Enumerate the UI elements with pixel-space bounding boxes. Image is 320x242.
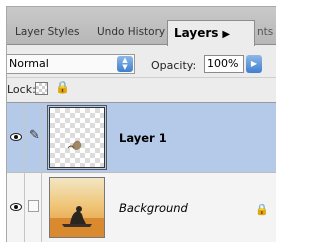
tab-bar: Layer Styles Undo History Layers ▶ nts <box>7 7 276 46</box>
blend-mode-select[interactable]: Normal ▲ ▼ <box>7 54 135 74</box>
opacity-label: Opacity: <box>151 59 197 72</box>
blend-mode-value: Normal <box>9 57 49 70</box>
tab-layer-styles[interactable]: Layer Styles <box>11 21 91 45</box>
eye-icon <box>10 133 22 141</box>
opacity-input[interactable]: 100% <box>204 55 244 73</box>
brush-icon: ✎ <box>29 128 40 143</box>
visibility-toggle[interactable] <box>7 173 25 242</box>
blend-mode-stepper-icon[interactable]: ▲ ▼ <box>117 56 133 72</box>
opacity-slider-arrow-icon[interactable]: ▶ <box>246 55 262 73</box>
lock-all-icon[interactable]: 🔒 <box>55 80 70 94</box>
empty-link-box <box>28 200 39 212</box>
lock-row: Lock: 🔒 <box>7 79 276 101</box>
layer-name[interactable]: Layer 1 <box>119 131 167 145</box>
layer-row-layer-1[interactable]: ✎ Layer 1 <box>7 103 276 173</box>
beach-photo-thumbnail-image <box>50 206 104 237</box>
background-lock-icon: 🔒 <box>255 203 269 216</box>
layer-row-background[interactable]: Background 🔒 <box>7 173 276 242</box>
layer-list: ✎ Layer 1 Background 🔒 <box>7 102 276 242</box>
paint-indicator[interactable]: ✎ <box>26 103 42 173</box>
paint-indicator[interactable] <box>26 173 42 242</box>
eye-icon <box>10 203 22 211</box>
tab-layers-label: Layers <box>174 26 219 40</box>
visibility-toggle[interactable] <box>7 103 25 173</box>
layer-thumbnail[interactable] <box>49 177 105 238</box>
blend-options-row: Normal ▲ ▼ Opacity: 100% ▶ <box>7 46 276 78</box>
sketch-thumbnail-image <box>67 140 82 150</box>
layer-thumbnail[interactable] <box>47 105 107 170</box>
layers-panel: Layer Styles Undo History Layers ▶ nts No… <box>6 6 276 242</box>
layer-name[interactable]: Background <box>119 201 188 215</box>
panel-menu-icon[interactable]: ▶ <box>222 29 230 40</box>
tab-undo-history[interactable]: Undo History <box>93 21 169 45</box>
lock-label: Lock: <box>7 83 36 96</box>
tab-truncated[interactable]: nts <box>255 21 276 45</box>
lock-transparency-icon[interactable] <box>35 82 48 95</box>
tab-layers[interactable]: Layers ▶ <box>167 20 255 46</box>
